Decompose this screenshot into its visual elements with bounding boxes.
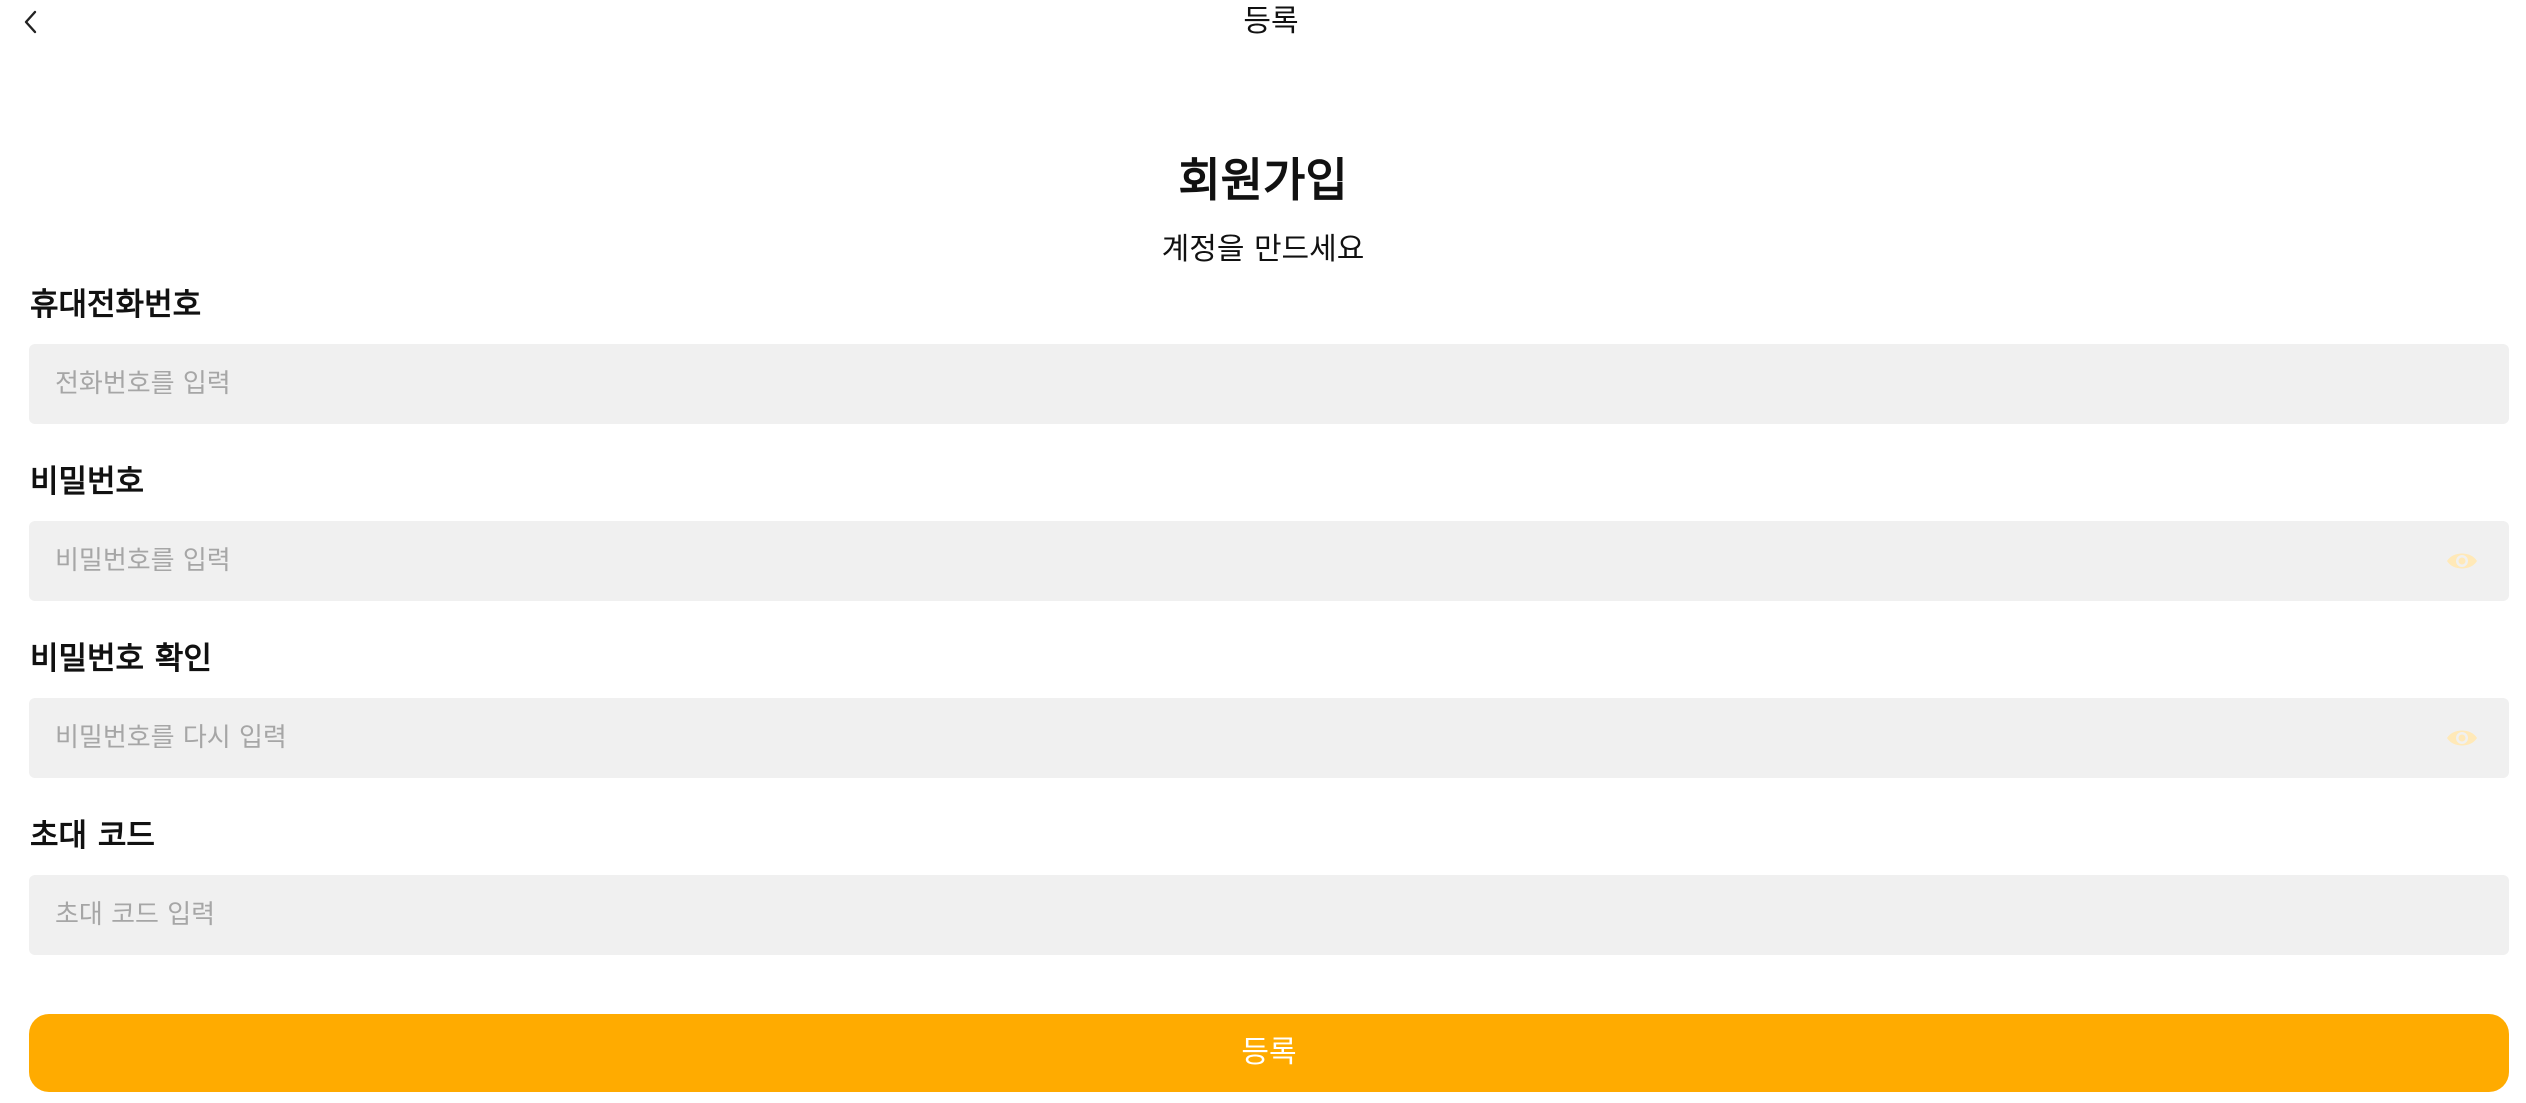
password-confirm-visibility-toggle[interactable]	[2445, 722, 2479, 754]
eye-icon	[2447, 730, 2477, 746]
page-title: 회원가입	[1178, 153, 1348, 207]
invite-code-label: 초대 코드	[30, 818, 155, 854]
password-visibility-toggle[interactable]	[2445, 545, 2479, 577]
nav-title: 등록	[1243, 4, 1299, 39]
invite-code-field-box	[29, 875, 2509, 955]
password-confirm-field-box	[29, 698, 2509, 778]
register-button[interactable]: 등록	[29, 1014, 2509, 1092]
password-confirm-label: 비밀번호 확인	[30, 641, 212, 677]
page-subtitle: 계정을 만드세요	[1161, 232, 1365, 267]
password-field-box	[29, 521, 2509, 601]
phone-input[interactable]	[53, 344, 2433, 424]
invite-code-input[interactable]	[53, 875, 2433, 955]
nav-bar: 등록	[0, 0, 2526, 44]
password-label: 비밀번호	[30, 464, 145, 500]
phone-label: 휴대전화번호	[30, 287, 202, 323]
password-confirm-input[interactable]	[53, 698, 2433, 778]
phone-field-box	[29, 344, 2509, 424]
eye-icon	[2447, 553, 2477, 569]
password-input[interactable]	[53, 521, 2433, 601]
